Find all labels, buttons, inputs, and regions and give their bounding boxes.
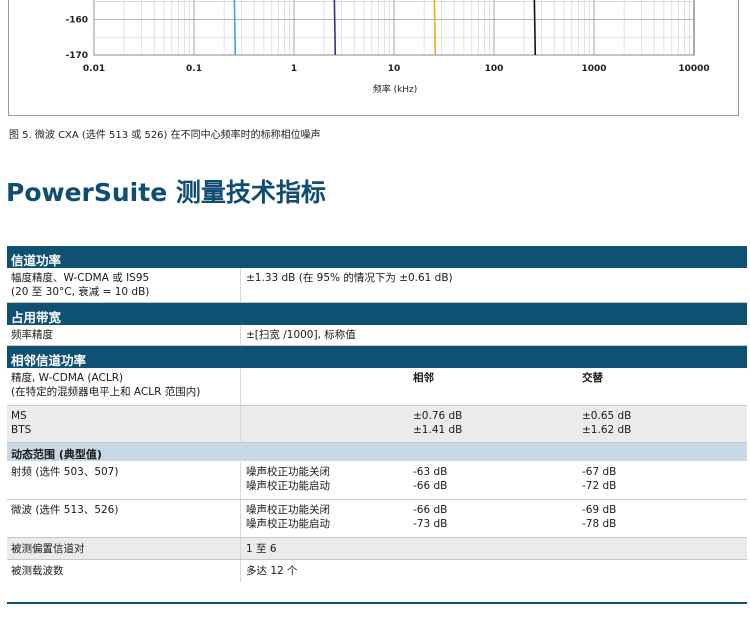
- column-divider: [240, 462, 241, 499]
- section-header-adjacent-channel-power: 相邻信道功率: [7, 346, 747, 368]
- column-divider: [240, 268, 241, 302]
- noise-correction-modes: 噪声校正功能关闭 噪声校正功能启动: [246, 466, 330, 492]
- row-label: 精度, W-CDMA (ACLR) (在特定的混频器电平上和 ACLR 范围内): [11, 372, 201, 398]
- x-tick-label: 1: [291, 64, 297, 74]
- row-label: MS BTS: [11, 410, 32, 436]
- row-label: 频率精度: [11, 329, 53, 341]
- x-tick-label: 1000: [581, 64, 606, 74]
- x-tick-label: 0.01: [83, 64, 105, 74]
- alternate-values: -69 dB -78 dB: [582, 504, 617, 530]
- table-row: MS BTS ±0.76 dB ±1.41 dB ±0.65 dB ±1.62 …: [7, 406, 747, 443]
- table-row: 幅度精度、W-CDMA 或 IS95 (20 至 30°C, 衰减 = 10 d…: [7, 268, 747, 303]
- y-tick-label: -160: [65, 15, 88, 25]
- column-divider: [240, 500, 241, 537]
- trace-line-3: [433, 0, 437, 56]
- row-value: 1 至 6: [246, 543, 277, 555]
- column-divider: [240, 368, 241, 405]
- table-row: 频率精度 ±[扫宽 /1000], 标称值: [7, 325, 747, 346]
- phase-noise-chart: -150-160-1700.010.1110100100010000 频率 (k…: [65, 0, 710, 95]
- column-divider: [240, 325, 241, 345]
- row-label: 微波 (选件 513、526): [11, 504, 119, 516]
- x-tick-label: 0.1: [186, 64, 202, 74]
- table-bottom-rule: [7, 602, 747, 604]
- spec-table: 信道功率 幅度精度、W-CDMA 或 IS95 (20 至 30°C, 衰减 =…: [7, 246, 747, 582]
- row-value: ±[扫宽 /1000], 标称值: [246, 329, 356, 341]
- subheader-label: 动态范围 (典型值): [11, 448, 102, 461]
- column-header-alternate: 交替: [582, 372, 603, 384]
- column-divider: [240, 406, 241, 442]
- adjacent-values: ±0.76 dB ±1.41 dB: [413, 410, 463, 436]
- table-row: 被测载波数 多达 12 个: [7, 560, 747, 582]
- row-label: 被测偏置信道对: [11, 543, 85, 555]
- y-tick-label: -170: [65, 51, 88, 61]
- table-row: 被测偏置信道对 1 至 6: [7, 538, 747, 560]
- trace-line-1: [233, 0, 237, 56]
- row-label: 被测载波数: [11, 565, 64, 577]
- section-title: PowerSuite 测量技术指标: [6, 178, 326, 207]
- row-label: 射频 (选件 503、507): [11, 466, 119, 478]
- section-header-label: 信道功率: [11, 253, 62, 268]
- row-value: 多达 12 个: [246, 565, 298, 577]
- adjacent-values: -66 dB -73 dB: [413, 504, 448, 530]
- trace-line-4: [533, 0, 537, 56]
- table-row: 精度, W-CDMA (ACLR) (在特定的混频器电平上和 ACLR 范围内)…: [7, 368, 747, 406]
- table-row: 微波 (选件 513、526) 噪声校正功能关闭 噪声校正功能启动 -66 dB…: [7, 500, 747, 538]
- alternate-values: -67 dB -72 dB: [582, 466, 617, 492]
- alternate-values: ±0.65 dB ±1.62 dB: [582, 410, 632, 436]
- x-axis-label: 频率 (kHz): [373, 83, 418, 95]
- section-header-label: 占用带宽: [11, 310, 62, 325]
- column-header-adjacent: 相邻: [413, 372, 434, 384]
- x-tick-label: 10000: [678, 64, 709, 74]
- subheader-dynamic-range: 动态范围 (典型值): [7, 443, 747, 462]
- section-header-occupied-bandwidth: 占用带宽: [7, 303, 747, 325]
- row-label: 幅度精度、W-CDMA 或 IS95 (20 至 30°C, 衰减 = 10 d…: [11, 272, 150, 298]
- noise-correction-modes: 噪声校正功能关闭 噪声校正功能启动: [246, 504, 330, 530]
- section-header-label: 相邻信道功率: [11, 353, 87, 368]
- section-header-channel-power: 信道功率: [7, 246, 747, 268]
- x-tick-label: 100: [485, 64, 504, 74]
- phase-noise-chart-frame: -150-160-1700.010.1110100100010000 频率 (k…: [8, 0, 739, 116]
- row-value: ±1.33 dB (在 95% 的情况下为 ±0.61 dB): [246, 272, 453, 284]
- trace-line-2: [333, 0, 337, 56]
- column-divider: [240, 538, 241, 559]
- table-row: 射频 (选件 503、507) 噪声校正功能关闭 噪声校正功能启动 -63 dB…: [7, 462, 747, 500]
- figure-caption: 图 5. 微波 CXA (选件 513 或 526) 在不同中心频率时的标称相位…: [9, 130, 321, 141]
- adjacent-values: -63 dB -66 dB: [413, 466, 448, 492]
- column-divider: [240, 560, 241, 582]
- x-tick-label: 10: [388, 64, 401, 74]
